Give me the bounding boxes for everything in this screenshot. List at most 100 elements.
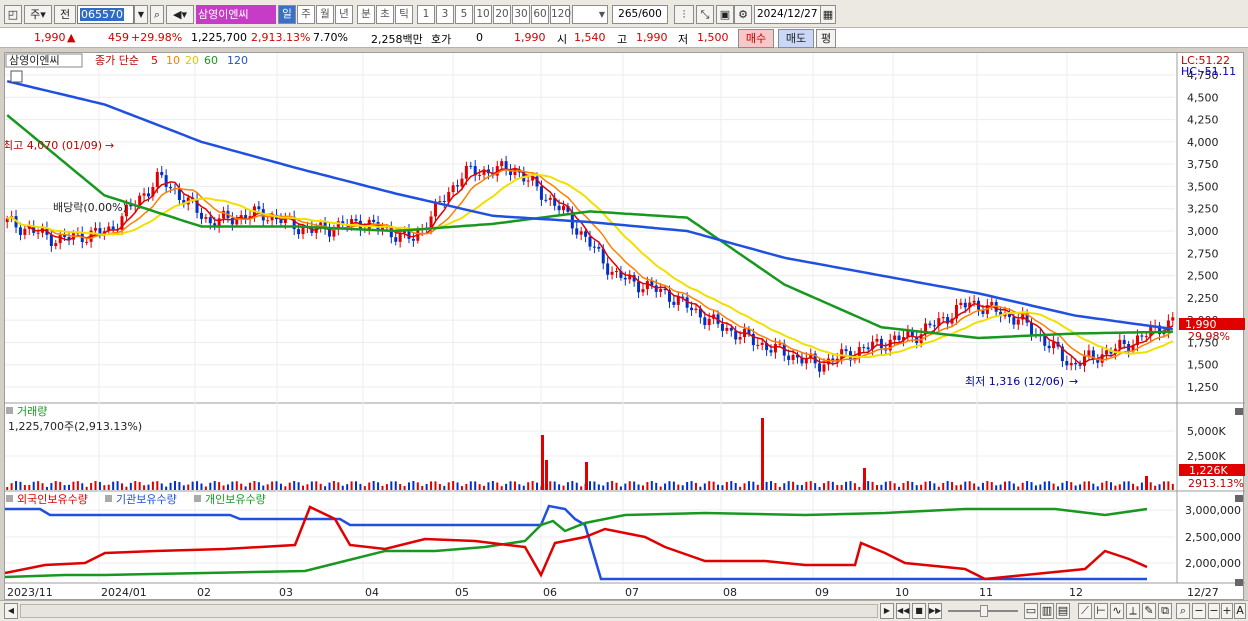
sell-button[interactable]: 매도 [778, 29, 814, 48]
price-tick-label: 1,250 [1187, 381, 1219, 394]
candle-body [818, 363, 822, 372]
candle-body [1171, 317, 1175, 321]
volume-bar [271, 481, 274, 490]
interval-120[interactable]: 120 [550, 5, 571, 24]
period-second[interactable]: 초 [376, 5, 394, 24]
holders-pane-icon[interactable] [6, 495, 13, 502]
low-label: 저 [678, 33, 689, 46]
code-dropdown-button[interactable]: ▼ [134, 5, 148, 24]
chart-area[interactable]: 4,750 4,500 4,250 4,000 3,750 3,500 3,250 3,000… [3, 52, 1245, 601]
date-input[interactable]: 2024/12/27 [754, 5, 822, 24]
calendar-icon[interactable]: ▦ [820, 5, 836, 24]
volume-bar [1154, 485, 1157, 490]
zoom-out-icon[interactable]: − [1192, 603, 1206, 619]
scroll-right-button[interactable]: ▶ [880, 603, 894, 619]
period-year[interactable]: 년 [335, 5, 353, 24]
hline-icon[interactable]: ⊢ [1094, 603, 1108, 619]
zoom-search-icon[interactable]: ⌕ [1176, 603, 1190, 619]
date-axis: 2023/11 2024/01 02 03 04 05 06 07 08 09 10 11 12 12/2… [7, 586, 1219, 599]
candle-body [773, 344, 777, 353]
candle-body [1052, 341, 1056, 349]
zoom-handle[interactable] [980, 605, 988, 617]
chart-svg[interactable]: 4,7504,5004,2504,0003,7503,5003,2503,000… [3, 53, 1245, 601]
high-label: 고 [617, 33, 628, 46]
volume-bar [213, 481, 216, 490]
window-icon[interactable]: ◰ [4, 5, 22, 24]
volume-bar [231, 481, 234, 490]
chart-type-icon[interactable]: ▥ [1040, 603, 1054, 619]
interval-custom-input[interactable]: ▼ [572, 5, 608, 24]
volume-pane-close-icon[interactable] [1235, 408, 1243, 415]
volume-bar [297, 482, 300, 490]
draw-icon[interactable]: ✎ [1142, 603, 1156, 619]
zoom-minus-icon[interactable]: − [1208, 603, 1220, 619]
prev-page-icon[interactable]: ◀◀ [896, 603, 910, 619]
volume-bar [496, 482, 499, 490]
volume-bar [522, 485, 525, 490]
mode-select[interactable]: 주▾ [24, 5, 52, 24]
copy-icon[interactable]: ⧉ [1158, 603, 1172, 619]
speaker-icon[interactable]: ◀▾ [166, 5, 194, 24]
search-icon[interactable]: ⌕ [150, 5, 164, 24]
interval-5[interactable]: 5 [455, 5, 473, 24]
volume-bar [434, 481, 437, 490]
volume-tag-text: 1,226K [1189, 464, 1228, 477]
interval-60[interactable]: 60 [531, 5, 549, 24]
period-week[interactable]: 주 [297, 5, 315, 24]
volume-bar [116, 481, 119, 490]
mode2-select[interactable]: 전 [54, 5, 76, 24]
zoom-in-icon[interactable]: + [1221, 603, 1233, 619]
hc-label: HC:-51.11 [1181, 65, 1236, 78]
volume-bar [19, 481, 22, 490]
next-page-icon[interactable]: ▶▶ [928, 603, 942, 619]
fib-icon[interactable]: ⟂ [1126, 603, 1140, 619]
auto-scale-icon[interactable]: A [1234, 603, 1246, 619]
volume-bar [800, 485, 803, 490]
candle-icon[interactable]: ⫶ [674, 5, 694, 24]
period-day[interactable]: 일 [278, 5, 296, 24]
volume-bar [840, 484, 843, 490]
volume-bar [226, 484, 229, 490]
volume-bar [1021, 482, 1024, 490]
period-tick[interactable]: 틱 [395, 5, 413, 24]
split-icon[interactable]: ▭ [1024, 603, 1038, 619]
interval-1[interactable]: 1 [417, 5, 435, 24]
volume-bar [906, 481, 909, 490]
code-input[interactable]: 065570 [77, 5, 134, 24]
volume-bar [672, 481, 675, 490]
volume-bar [951, 481, 954, 490]
crosshair-icon[interactable]: ⤡ [696, 5, 714, 24]
interval-10[interactable]: 10 [474, 5, 492, 24]
interval-3[interactable]: 3 [436, 5, 454, 24]
gear-icon[interactable]: ⚙ [734, 5, 752, 24]
compare-icon[interactable]: ▤ [1056, 603, 1070, 619]
ma-lines [6, 79, 1174, 365]
trend-line-icon[interactable]: ⟋ [1078, 603, 1092, 619]
volume-bar [81, 483, 84, 490]
code-value: 065570 [80, 8, 124, 21]
volume-bar [249, 482, 252, 490]
scroll-left-button[interactable]: ◀ [4, 603, 18, 619]
holders-pane-close-icon[interactable] [1235, 495, 1243, 502]
candle-body [1030, 322, 1034, 335]
count-input[interactable]: 265/600 [612, 5, 668, 24]
buy-button[interactable]: 매수 [738, 29, 774, 48]
period-month[interactable]: 월 [316, 5, 334, 24]
stop-icon[interactable]: ■ [912, 603, 926, 619]
volume-pane-icon[interactable] [6, 407, 13, 414]
period-minute[interactable]: 분 [357, 5, 375, 24]
volume-bar [147, 484, 150, 490]
save-icon[interactable]: ▣ [716, 5, 734, 24]
volume-bar [589, 481, 591, 490]
change-percent: +29.98% [131, 31, 183, 44]
eval-button[interactable]: 평 [816, 29, 836, 48]
table-icon[interactable] [10, 70, 23, 83]
wave-icon[interactable]: ∿ [1110, 603, 1124, 619]
candle-body [146, 193, 150, 197]
holders-pane-collapse-icon[interactable] [1235, 579, 1243, 586]
scrollbar-track[interactable] [20, 604, 878, 618]
interval-30[interactable]: 30 [512, 5, 530, 24]
interval-20[interactable]: 20 [493, 5, 511, 24]
candle-body [257, 206, 261, 210]
volume-bar [483, 485, 486, 490]
